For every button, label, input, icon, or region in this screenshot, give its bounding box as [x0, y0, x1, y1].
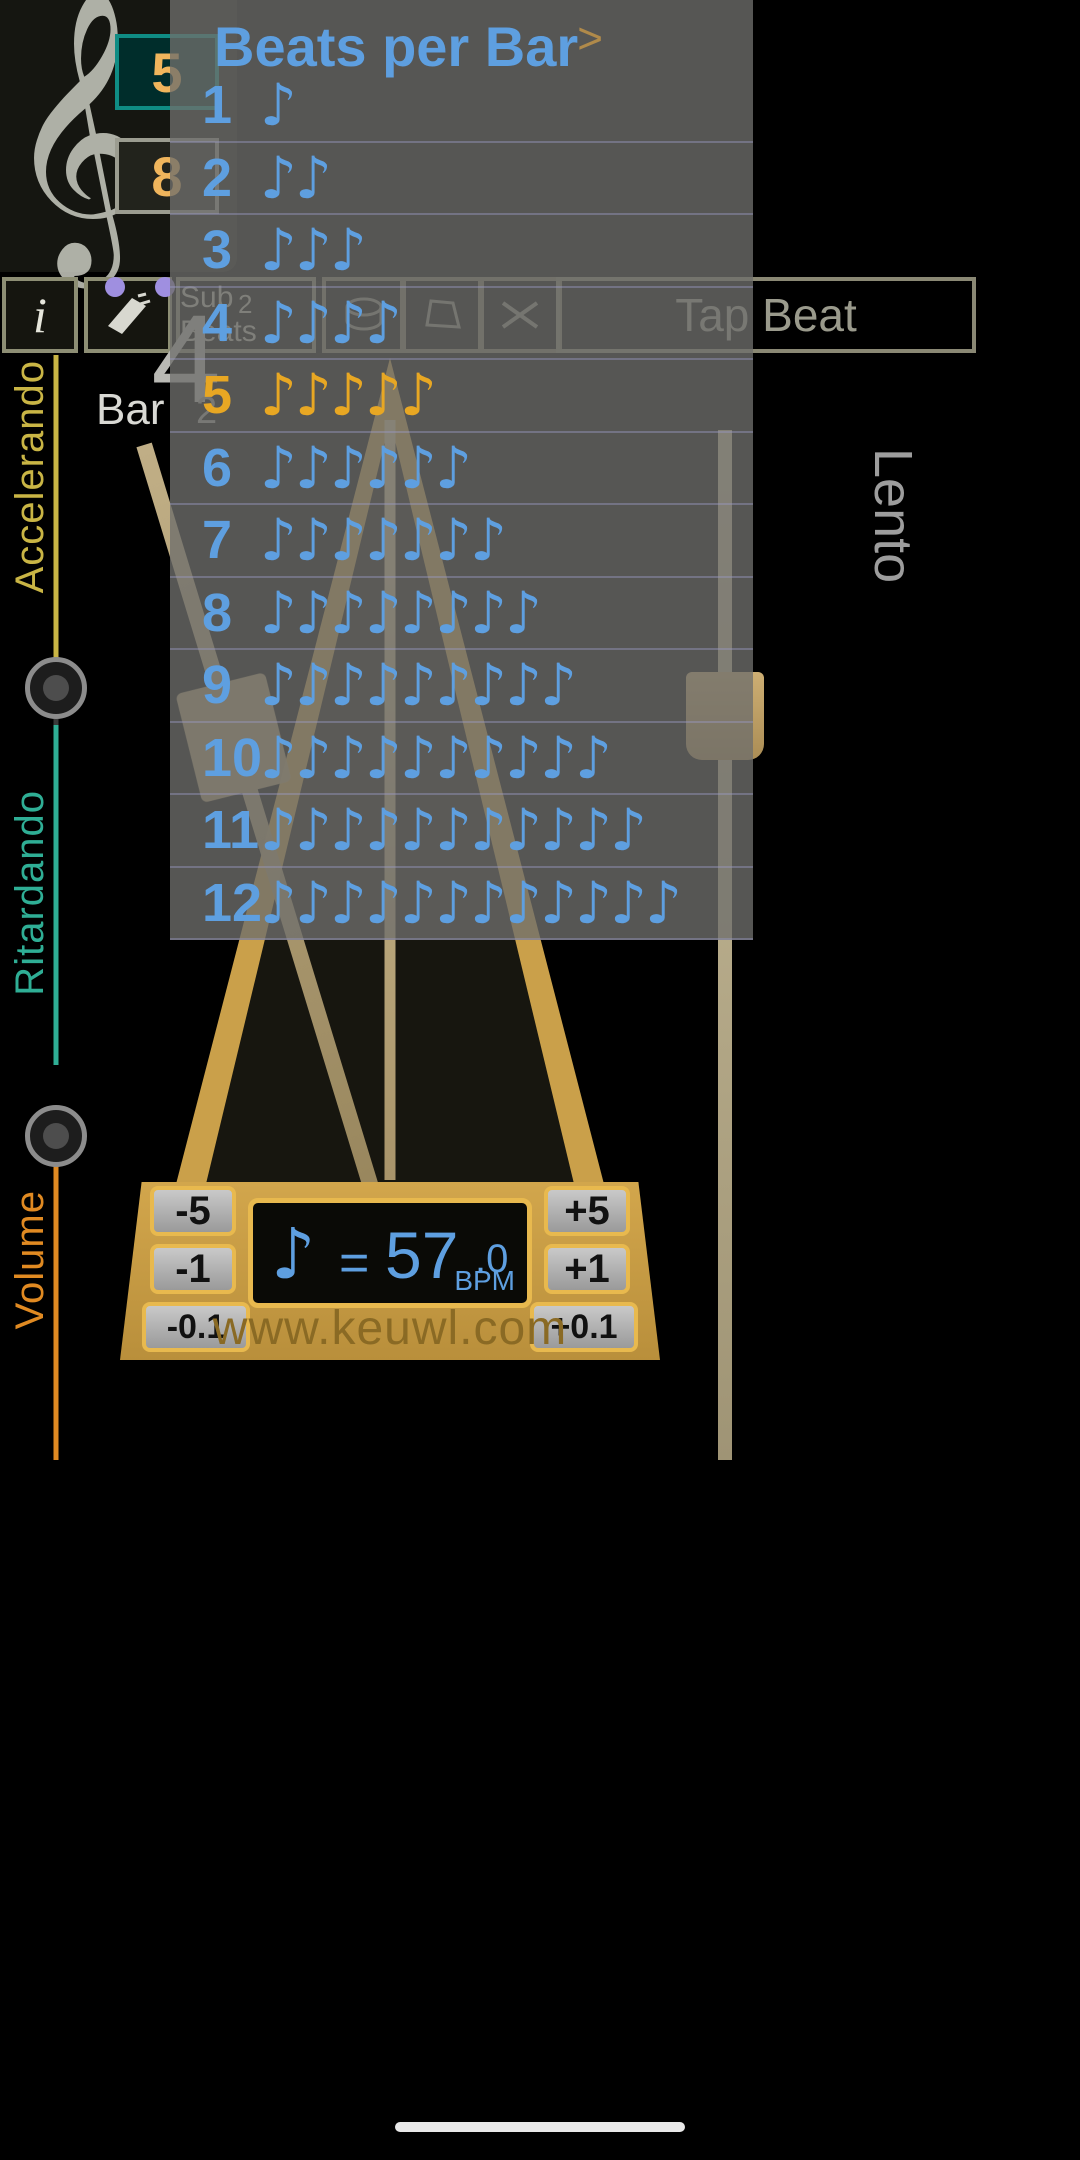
- accelerando-track: [53, 355, 59, 685]
- volume-track: [53, 1139, 59, 1460]
- info-button[interactable]: i: [2, 277, 78, 353]
- home-indicator: [395, 2122, 685, 2132]
- beats-per-bar-option[interactable]: 9 ♪♪♪♪♪♪♪♪♪: [170, 650, 753, 723]
- beats-per-bar-option-number: 3: [202, 220, 233, 281]
- beats-per-bar-option-number: 11: [202, 800, 260, 861]
- volume-knob[interactable]: [25, 1105, 87, 1167]
- beats-per-bar-option[interactable]: 3 ♪♪♪: [170, 215, 753, 288]
- beats-per-bar-option[interactable]: 4 ♪♪♪♪: [170, 288, 753, 360]
- beats-per-bar-option-number: 8: [202, 582, 233, 643]
- beats-per-bar-option[interactable]: 5 ♪♪♪♪♪: [170, 360, 753, 433]
- tempo-change-knob[interactable]: [25, 657, 87, 719]
- website-label[interactable]: www.keuwl.com: [120, 1301, 660, 1356]
- eighth-note-icon-group: ♪♪♪♪♪♪♪♪♪♪: [260, 723, 612, 792]
- beats-per-bar-option-number: 1: [202, 75, 233, 136]
- beats-per-bar-option[interactable]: 6 ♪♪♪♪♪♪: [170, 433, 753, 505]
- eighth-note-icon-group: ♪♪: [260, 143, 332, 212]
- beats-per-bar-option-number: 7: [202, 510, 233, 571]
- bpm-minus-1-button[interactable]: -1: [150, 1244, 236, 1294]
- bpm-display[interactable]: ♪ = 57 .0 BPM: [248, 1198, 532, 1308]
- bpm-plus-5-button[interactable]: +5: [544, 1186, 630, 1236]
- bpm-unit-label: BPM: [454, 1265, 515, 1296]
- treble-clef-icon: 𝄞: [4, 0, 152, 275]
- ritardando-track: [53, 725, 59, 1065]
- beats-per-bar-option-number: 4: [202, 292, 233, 353]
- beats-per-bar-option[interactable]: 1 ♪: [170, 70, 753, 143]
- tempo-marking-label: Lento: [863, 448, 923, 584]
- beats-per-bar-option[interactable]: 8 ♪♪♪♪♪♪♪♪: [170, 578, 753, 650]
- eighth-note-icon-group: ♪♪♪♪♪♪♪: [260, 506, 507, 575]
- chevron-right-icon[interactable]: >: [577, 14, 603, 64]
- beats-per-bar-option[interactable]: 10 ♪♪♪♪♪♪♪♪♪♪: [170, 723, 753, 795]
- beats-per-bar-overlay[interactable]: Beats per Bar > 1 ♪ 2 ♪♪ 3 ♪♪♪ 4 ♪♪♪♪ 5 ♪♪♪♪♪ 6 ♪♪♪…: [170, 0, 753, 940]
- beats-per-bar-option-number: 10: [202, 727, 263, 788]
- eighth-note-icon-group: ♪♪♪♪♪♪♪♪: [260, 578, 542, 647]
- beats-per-bar-option[interactable]: 12 ♪♪♪♪♪♪♪♪♪♪♪♪: [170, 868, 753, 940]
- eighth-note-icon-group: ♪♪♪♪♪: [260, 361, 437, 430]
- beats-per-bar-list[interactable]: 1 ♪ 2 ♪♪ 3 ♪♪♪ 4 ♪♪♪♪ 5 ♪♪♪♪♪ 6 ♪♪♪♪♪♪ 7 ♪♪♪♪♪♪♪ 8 ♪♪♪♪…: [170, 70, 753, 940]
- beats-per-bar-option[interactable]: 11 ♪♪♪♪♪♪♪♪♪♪♪: [170, 795, 753, 868]
- beats-per-bar-option-number: 5: [202, 365, 233, 426]
- bpm-plus-1-button[interactable]: +1: [544, 1244, 630, 1294]
- bpm-equals: =: [339, 1234, 370, 1292]
- eighth-note-icon-group: ♪♪♪♪♪♪♪♪♪♪♪: [260, 796, 647, 865]
- beats-per-bar-option[interactable]: 2 ♪♪: [170, 143, 753, 215]
- eighth-note-icon: ♪: [271, 1213, 316, 1295]
- eighth-note-icon-group: ♪♪♪♪♪♪♪♪♪: [260, 651, 577, 720]
- beats-per-bar-option-number: 6: [202, 437, 233, 498]
- bpm-minus-5-button[interactable]: -5: [150, 1186, 236, 1236]
- beats-per-bar-option-number: 2: [202, 147, 233, 208]
- eighth-note-icon-group: ♪♪♪♪♪♪♪♪♪♪♪♪: [260, 868, 682, 937]
- eighth-note-icon-group: ♪: [260, 71, 297, 140]
- ritardando-label: Ritardando: [8, 790, 52, 996]
- beats-per-bar-option-number: 12: [202, 872, 263, 933]
- eighth-note-icon-group: ♪♪♪: [260, 216, 367, 285]
- beat-dot-1: [105, 277, 125, 297]
- metronome-base: -5 -1 -0.1 +5 +1 +0.1 ♪ = 57 .0 BPM www.…: [120, 1182, 660, 1360]
- accelerando-label: Accelerando: [8, 360, 52, 594]
- bpm-value: 57: [385, 1218, 459, 1292]
- beats-per-bar-option[interactable]: 7 ♪♪♪♪♪♪♪: [170, 505, 753, 578]
- beats-per-bar-option-number: 9: [202, 655, 233, 716]
- volume-label: Volume: [8, 1190, 52, 1330]
- eighth-note-icon-group: ♪♪♪♪♪♪: [260, 433, 472, 502]
- eighth-note-icon-group: ♪♪♪♪: [260, 288, 402, 357]
